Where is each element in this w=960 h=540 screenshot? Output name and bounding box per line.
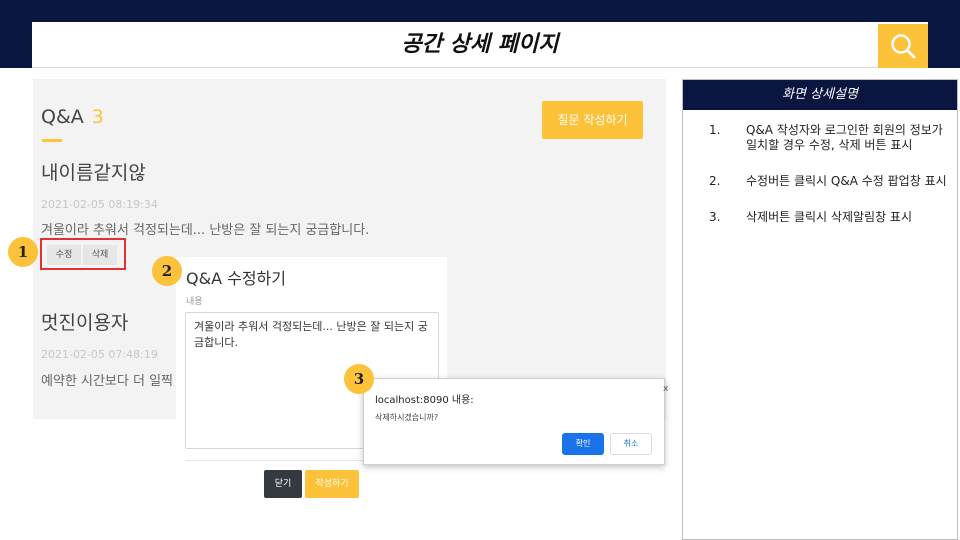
close-button[interactable]: 닫기 [264, 470, 302, 498]
slide: 공간 상세 페이지 Q&A 3 질문 작성하기 내이름같지않 2021-02-05… [0, 0, 960, 540]
cancel-button[interactable]: 취소 [610, 433, 652, 455]
search-icon [891, 34, 916, 59]
modal-close-mark[interactable]: x [663, 384, 668, 394]
delete-button[interactable]: 삭제 [83, 245, 117, 265]
content-label: 내용 [186, 297, 203, 307]
question-author: 멋진이용자 [41, 312, 129, 334]
description-heading: 화면 상세설명 [683, 80, 957, 110]
title-bar: 공간 상세 페이지 [32, 22, 928, 68]
dialog-title: localhost:8090 내용: [375, 395, 474, 406]
qa-heading: Q&A 3 [41, 106, 104, 128]
step-badge-3: 3 [344, 364, 374, 394]
edit-button[interactable]: 수정 [47, 245, 81, 265]
modal-title: Q&A 수정하기 [186, 269, 286, 288]
description-item: 3. 삭제버튼 클릭시 삭제알림창 표시 [709, 210, 955, 225]
qa-count: 3 [91, 106, 104, 128]
search-button[interactable] [878, 24, 928, 68]
delete-confirm-dialog: localhost:8090 내용: 삭제하시겠습니까? 확인 취소 [363, 378, 665, 465]
description-text: 삭제버튼 클릭시 삭제알림창 표시 [746, 210, 913, 224]
qa-underline [42, 139, 62, 142]
step-badge-2: 2 [152, 256, 182, 286]
ask-question-button[interactable]: 질문 작성하기 [542, 101, 643, 139]
description-number: 1. [709, 123, 721, 137]
description-text: 수정버튼 클릭시 Q&A 수정 팝업창 표시 [746, 174, 947, 188]
submit-button[interactable]: 작성하기 [305, 470, 359, 498]
dialog-message: 삭제하시겠습니까? [375, 413, 439, 422]
description-panel: 화면 상세설명 1. Q&A 작성자와 로그인한 회원의 정보가 일치할 경우 … [682, 79, 958, 540]
description-list: 1. Q&A 작성자와 로그인한 회원의 정보가 일치할 경우 수정, 삭제 버… [709, 123, 955, 246]
confirm-button[interactable]: 확인 [562, 433, 604, 455]
step-badge-1: 1 [8, 237, 38, 267]
question-body: 예약한 시간보다 더 일찍 [41, 374, 173, 389]
qa-label: Q&A [41, 106, 84, 128]
description-text: Q&A 작성자와 로그인한 회원의 정보가 일치할 경우 수정, 삭제 버튼 표… [746, 123, 943, 152]
question-date: 2021-02-05 08:19:34 [41, 198, 158, 211]
description-number: 3. [709, 210, 721, 224]
question-author: 내이름같지않 [41, 162, 146, 184]
question-body: 겨울이라 추워서 걱정되는데... 난방은 잘 되는지 궁금합니다. [41, 223, 370, 238]
description-item: 2. 수정버튼 클릭시 Q&A 수정 팝업창 표시 [709, 174, 955, 189]
page-title: 공간 상세 페이지 [401, 32, 559, 57]
description-item: 1. Q&A 작성자와 로그인한 회원의 정보가 일치할 경우 수정, 삭제 버… [709, 123, 955, 153]
description-number: 2. [709, 174, 721, 188]
question-date: 2021-02-05 07:48:19 [41, 348, 158, 361]
